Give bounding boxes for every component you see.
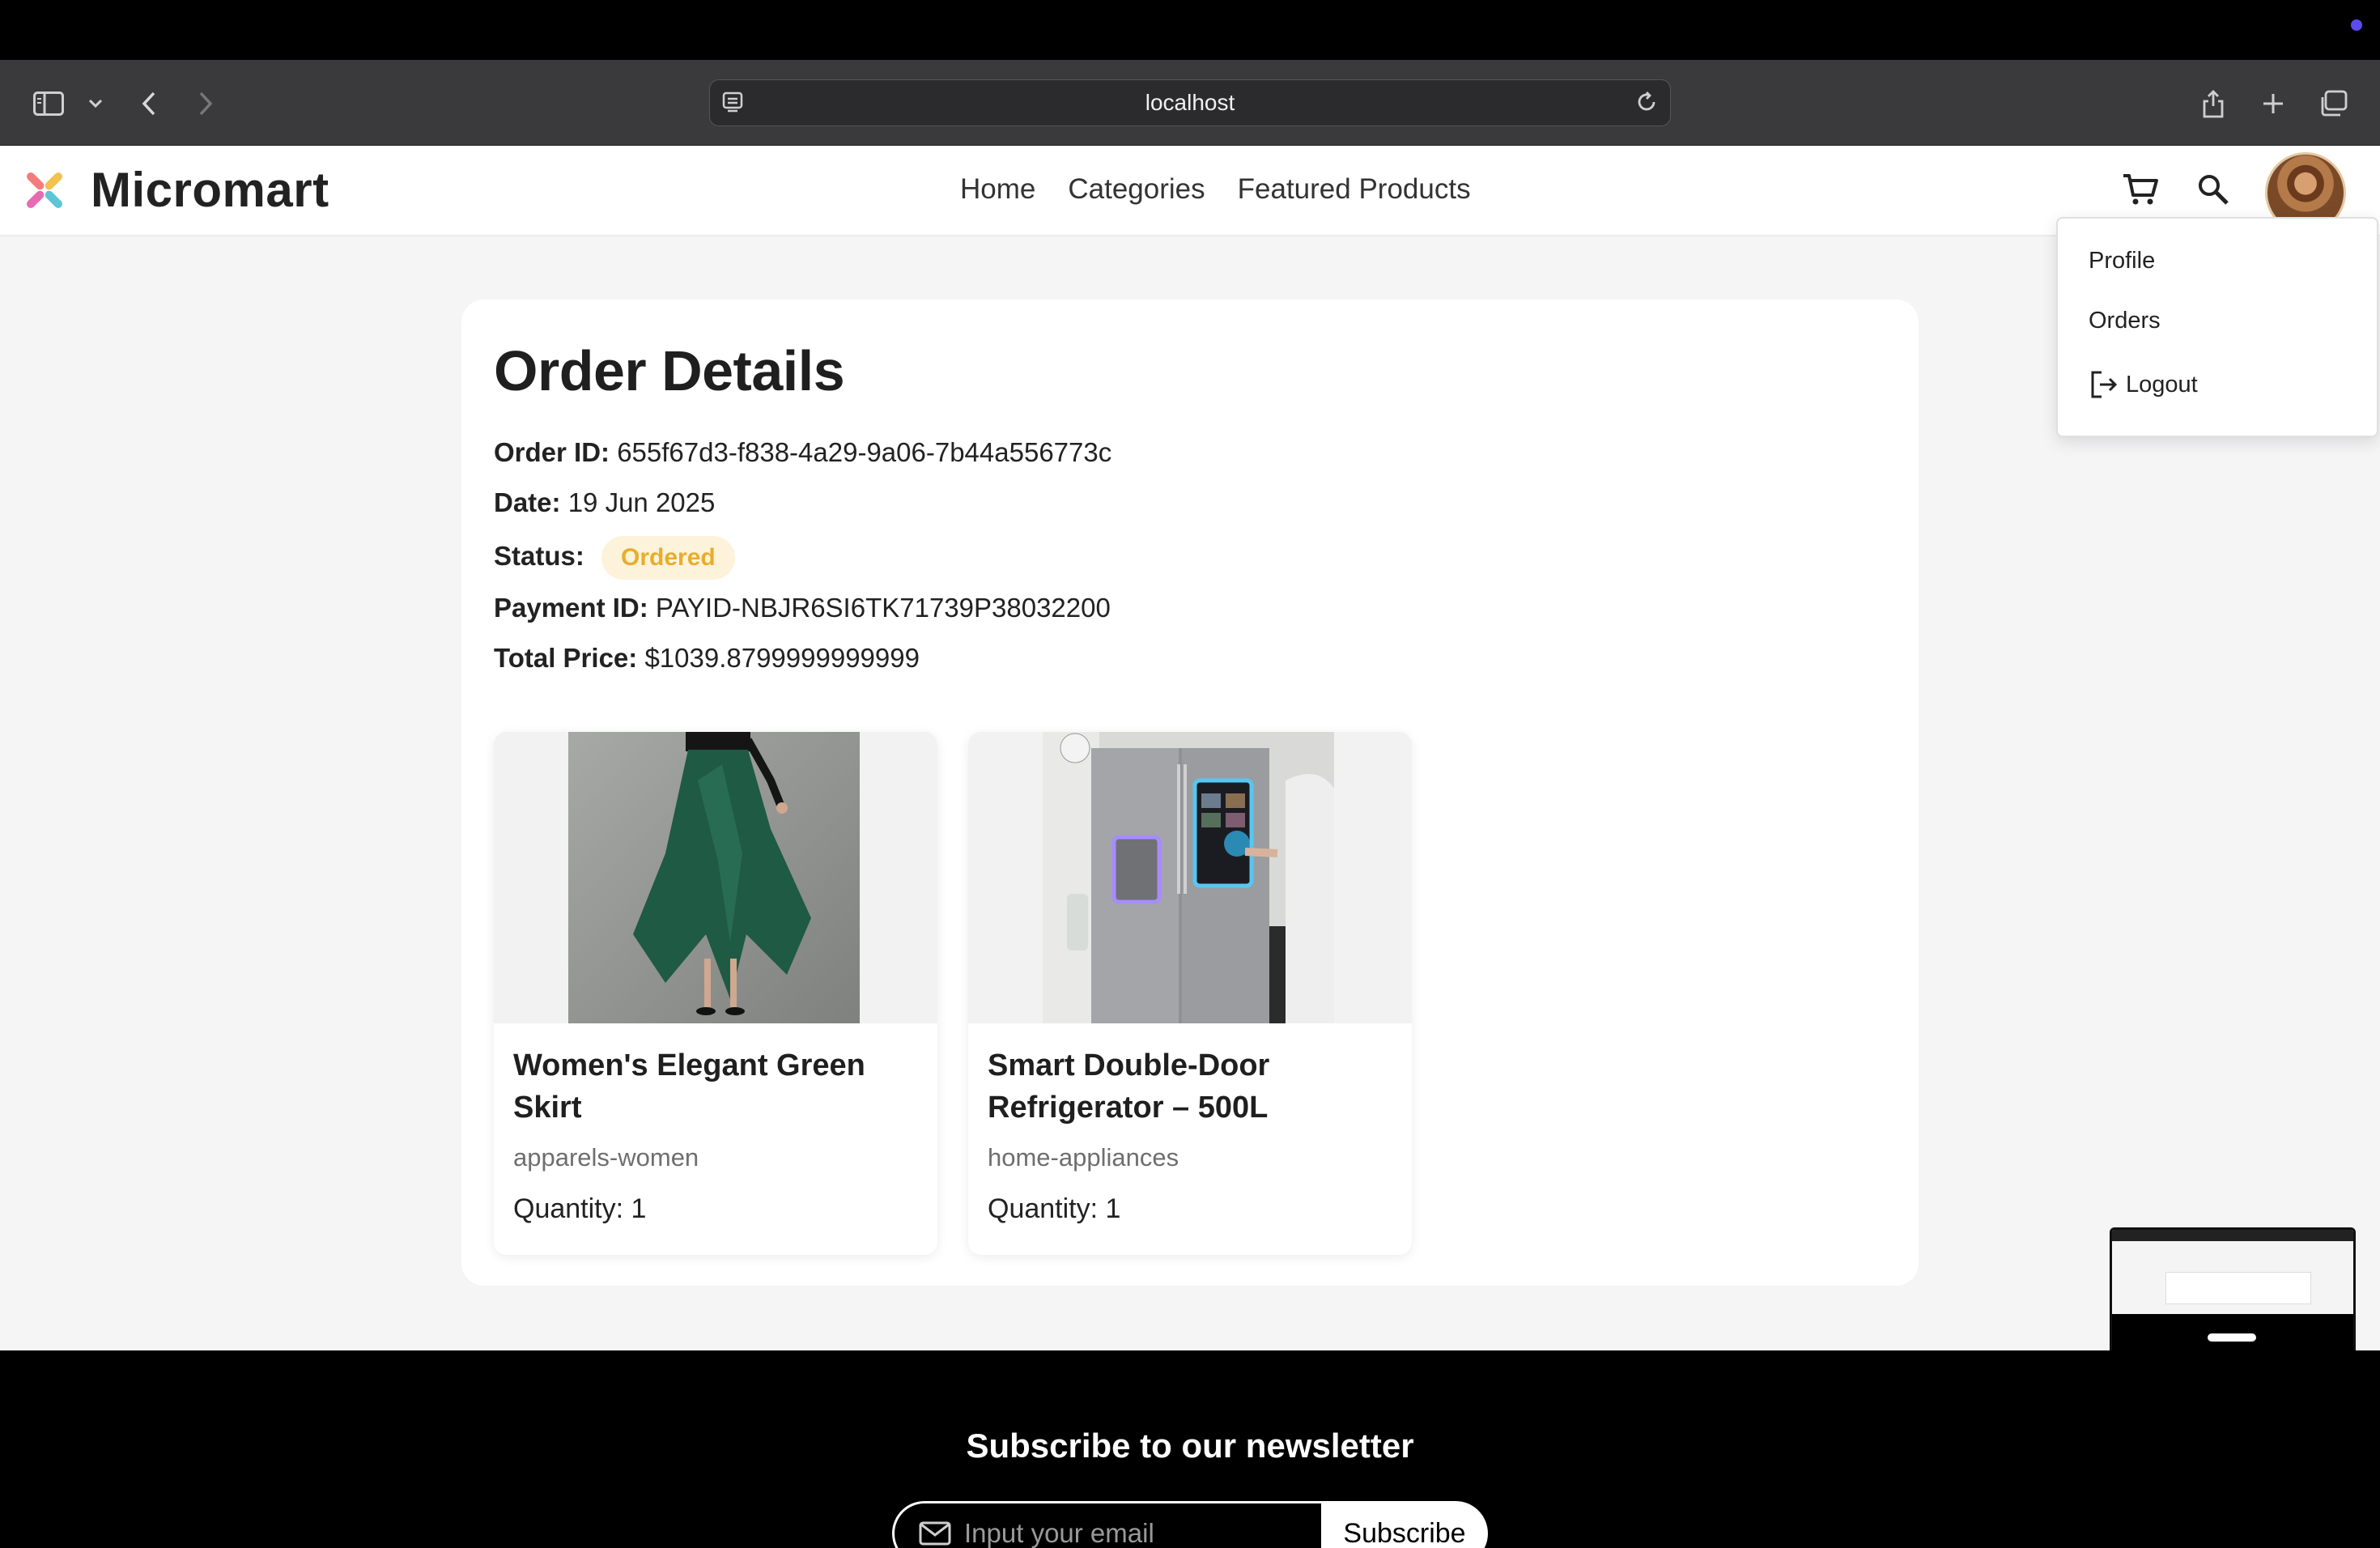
micromart-logo-icon[interactable] xyxy=(18,164,71,217)
product-image-frame xyxy=(494,732,937,1023)
thumbnail-subscribe-button xyxy=(2208,1333,2256,1342)
mail-icon xyxy=(919,1521,951,1546)
thumbnail-order-card xyxy=(2165,1272,2311,1304)
nav-home[interactable]: Home xyxy=(960,173,1035,206)
new-tab-plus-icon[interactable] xyxy=(2255,86,2291,121)
browser-toolbar: localhost xyxy=(0,60,2380,146)
menu-item-profile[interactable]: Profile xyxy=(2089,248,2155,274)
back-arrow-icon[interactable] xyxy=(131,86,167,121)
product-card[interactable]: Smart Double-Door Refrigerator – 500L ho… xyxy=(968,732,1412,1255)
menu-item-logout[interactable]: Logout xyxy=(2089,369,2198,400)
url-text: localhost xyxy=(1145,90,1235,115)
total-price-row: Total Price: $1039.8799999999999 xyxy=(494,643,920,674)
newsletter-title: Subscribe to our newsletter xyxy=(966,1427,1414,1465)
order-id-value: 655f67d3-f838-4a29-9a06-7b44a556773c xyxy=(617,437,1112,467)
page-settings-icon[interactable] xyxy=(721,90,746,120)
site-footer: Subscribe to our newsletter Input your e… xyxy=(0,1350,2380,1548)
status-indicator-icon xyxy=(2351,19,2362,31)
main-nav: Home Categories Featured Products xyxy=(960,173,1471,206)
chevron-down-icon[interactable] xyxy=(78,86,113,121)
menu-item-orders[interactable]: Orders xyxy=(2089,308,2161,334)
product-image-green-skirt xyxy=(568,732,860,1023)
status-label: Status: xyxy=(494,541,584,571)
status-row: Status: Ordered xyxy=(494,536,735,580)
payment-id-label: Payment ID: xyxy=(494,593,648,623)
subscribe-button[interactable]: Subscribe xyxy=(1321,1501,1488,1548)
status-badge: Ordered xyxy=(601,536,735,580)
thumbnail-browser-bar xyxy=(2112,1230,2353,1241)
brand-name[interactable]: Micromart xyxy=(91,162,329,218)
share-icon[interactable] xyxy=(2195,86,2231,121)
nav-featured-products[interactable]: Featured Products xyxy=(1238,173,1471,206)
forward-arrow-icon[interactable] xyxy=(188,86,223,121)
address-bar[interactable]: localhost xyxy=(709,79,1671,126)
logout-icon xyxy=(2091,371,2118,398)
reload-icon[interactable] xyxy=(1634,90,1659,120)
cart-icon[interactable] xyxy=(2116,165,2165,214)
tab-overview-icon[interactable] xyxy=(2315,86,2351,121)
site-header: Micromart Home Categories Featured Produ… xyxy=(0,146,2380,236)
logout-label: Logout xyxy=(2126,371,2198,398)
date-value: 19 Jun 2025 xyxy=(567,487,716,517)
product-name[interactable]: Smart Double-Door Refrigerator – 500L xyxy=(988,1044,1392,1129)
sidebar-toggle-icon[interactable] xyxy=(31,86,66,121)
os-menu-bar xyxy=(0,0,2380,60)
product-category: home-appliances xyxy=(988,1143,1179,1172)
product-image-frame xyxy=(968,732,1412,1023)
date-label: Date: xyxy=(494,487,561,517)
date-row: Date: 19 Jun 2025 xyxy=(494,487,715,518)
total-price-value: $1039.8799999999999 xyxy=(644,643,920,673)
page-title: Order Details xyxy=(494,339,845,402)
order-id-row: Order ID: 655f67d3-f838-4a29-9a06-7b44a5… xyxy=(494,437,1111,468)
profile-dropdown-menu: Profile Orders Logout xyxy=(2056,217,2378,437)
payment-id-row: Payment ID: PAYID-NBJR6SI6TK71739P380322… xyxy=(494,593,1111,623)
product-image-refrigerator xyxy=(1043,732,1334,1023)
search-icon[interactable] xyxy=(2189,165,2238,214)
product-card[interactable]: Women's Elegant Green Skirt apparels-wom… xyxy=(494,732,937,1255)
product-quantity: Quantity: 1 xyxy=(513,1193,647,1224)
total-price-label: Total Price: xyxy=(494,643,638,673)
order-details-card: Order Details Order ID: 655f67d3-f838-4a… xyxy=(461,300,1919,1286)
order-id-label: Order ID: xyxy=(494,437,610,467)
payment-id-value: PAYID-NBJR6SI6TK71739P38032200 xyxy=(655,593,1111,623)
email-placeholder: Input your email xyxy=(964,1518,1154,1548)
nav-categories[interactable]: Categories xyxy=(1068,173,1205,206)
product-name[interactable]: Women's Elegant Green Skirt xyxy=(513,1044,918,1129)
product-category: apparels-women xyxy=(513,1143,699,1172)
product-quantity: Quantity: 1 xyxy=(988,1193,1121,1224)
newsletter-form: Input your email Subscribe xyxy=(892,1501,1488,1548)
email-field[interactable]: Input your email xyxy=(892,1501,1321,1548)
